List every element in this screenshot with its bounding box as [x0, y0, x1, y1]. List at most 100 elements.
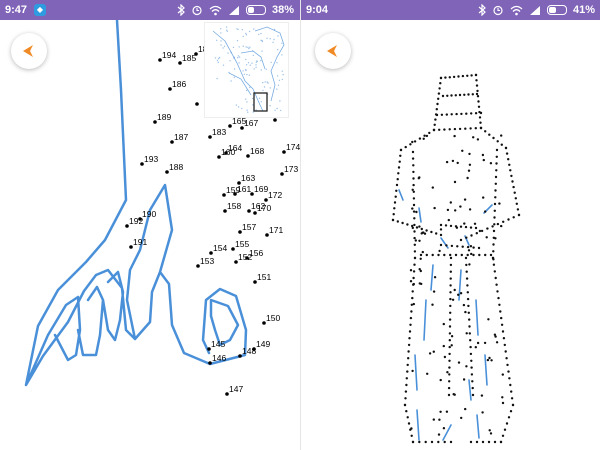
figure-dot[interactable] — [467, 93, 470, 96]
figure-dot[interactable] — [411, 369, 414, 373]
figure-dot[interactable] — [510, 390, 513, 393]
figure-dot[interactable] — [449, 297, 452, 301]
figure-dot[interactable] — [510, 174, 513, 178]
figure-dot[interactable] — [412, 282, 415, 286]
figure-dot[interactable] — [509, 169, 512, 172]
figure-dot[interactable] — [442, 322, 445, 326]
figure-dot[interactable] — [439, 82, 442, 85]
figure-dot[interactable] — [392, 213, 395, 216]
figure-dot[interactable] — [439, 243, 443, 247]
figure-dot[interactable] — [470, 373, 474, 376]
figure-dot[interactable] — [466, 74, 469, 78]
figure-dot[interactable] — [435, 113, 439, 117]
figure-dot[interactable] — [411, 157, 415, 160]
figure-dot[interactable] — [489, 432, 493, 435]
figure-dot[interactable] — [466, 297, 470, 301]
figure-dot[interactable] — [474, 127, 477, 130]
figure-dot[interactable] — [465, 277, 469, 280]
figure-dot[interactable] — [478, 116, 482, 119]
figure-dot[interactable] — [412, 197, 416, 200]
figure-dot[interactable] — [494, 189, 497, 192]
figure-dot[interactable] — [460, 253, 463, 257]
figure-dot[interactable] — [467, 249, 471, 252]
figure-dot[interactable] — [414, 239, 417, 242]
figure-dot[interactable] — [494, 237, 497, 240]
figure-dot[interactable] — [412, 210, 416, 213]
figure-dot[interactable] — [516, 208, 520, 211]
figure-dot[interactable] — [393, 201, 397, 204]
back-button[interactable] — [11, 33, 47, 69]
figure-dot[interactable] — [439, 378, 442, 382]
figure-dot[interactable] — [486, 358, 490, 362]
figure-dot[interactable] — [411, 188, 414, 191]
figure-dot[interactable] — [467, 311, 470, 314]
figure-dot[interactable] — [448, 332, 452, 335]
figure-dot[interactable] — [432, 128, 436, 132]
figure-dot[interactable] — [500, 143, 503, 146]
figure-dot[interactable] — [502, 220, 505, 223]
figure-dot[interactable] — [476, 89, 479, 93]
figure-dot[interactable] — [453, 134, 456, 138]
figure-dot[interactable] — [406, 363, 409, 367]
figure-dot[interactable] — [412, 302, 415, 306]
figure-dot[interactable] — [450, 244, 454, 248]
figure-dot[interactable] — [422, 231, 425, 234]
figure-dot[interactable] — [467, 304, 470, 308]
figure-dot[interactable] — [497, 296, 500, 300]
figure-dot[interactable] — [488, 429, 491, 432]
figure-dot[interactable] — [455, 226, 459, 229]
figure-dot[interactable] — [464, 127, 467, 130]
figure-dot[interactable] — [498, 202, 501, 205]
figure-dot[interactable] — [459, 205, 462, 208]
figure-dot[interactable] — [507, 370, 510, 373]
figure-dot[interactable] — [487, 318, 490, 321]
figure-dot[interactable] — [481, 411, 484, 414]
figure-dot[interactable] — [494, 175, 498, 179]
figure-dot[interactable] — [511, 403, 515, 407]
figure-dot[interactable] — [419, 253, 423, 257]
figure-dot[interactable] — [430, 440, 434, 444]
figure-dot[interactable] — [492, 250, 495, 253]
figure-dot[interactable] — [431, 253, 434, 257]
figure-dot[interactable] — [412, 170, 415, 174]
figure-dot[interactable] — [453, 180, 457, 184]
figure-dot[interactable] — [504, 146, 508, 150]
figure-dot[interactable] — [396, 220, 399, 223]
figure-dot[interactable] — [510, 397, 514, 400]
figure-dot[interactable] — [466, 245, 470, 249]
figure-dot[interactable] — [430, 230, 433, 234]
figure-dot[interactable] — [493, 333, 497, 336]
figure-dot[interactable] — [464, 407, 467, 411]
figure-dot[interactable] — [459, 292, 463, 295]
figure-dot[interactable] — [418, 239, 421, 242]
figure-dot[interactable] — [437, 97, 440, 101]
figure-dot[interactable] — [460, 416, 463, 420]
figure-dot[interactable] — [439, 410, 442, 413]
figure-dot[interactable] — [415, 226, 419, 229]
figure-dot[interactable] — [495, 169, 498, 172]
figure-dot[interactable] — [418, 440, 421, 444]
figure-dot[interactable] — [454, 209, 457, 212]
figure-dot[interactable] — [443, 253, 446, 257]
figure-dot[interactable] — [468, 152, 471, 156]
figure-dot[interactable] — [411, 296, 414, 300]
figure-dot[interactable] — [448, 352, 451, 356]
figure-dot[interactable] — [448, 373, 451, 376]
figure-dot[interactable] — [477, 105, 481, 109]
figure-dot[interactable] — [444, 76, 447, 79]
figure-dot[interactable] — [469, 352, 473, 356]
figure-dot[interactable] — [471, 386, 474, 390]
figure-dot[interactable] — [457, 75, 460, 78]
figure-dot[interactable] — [413, 223, 416, 227]
figure-dot[interactable] — [448, 76, 451, 79]
figure-dot[interactable] — [453, 393, 456, 396]
figure-dot[interactable] — [503, 428, 507, 431]
figure-dot[interactable] — [399, 154, 402, 157]
figure-dot[interactable] — [458, 127, 462, 131]
figure-dot[interactable] — [397, 172, 400, 175]
figure-dot[interactable] — [463, 93, 466, 97]
figure-dot[interactable] — [433, 276, 437, 279]
figure-dot[interactable] — [470, 74, 473, 77]
figure-dot[interactable] — [439, 228, 443, 231]
figure-dot[interactable] — [448, 325, 452, 328]
